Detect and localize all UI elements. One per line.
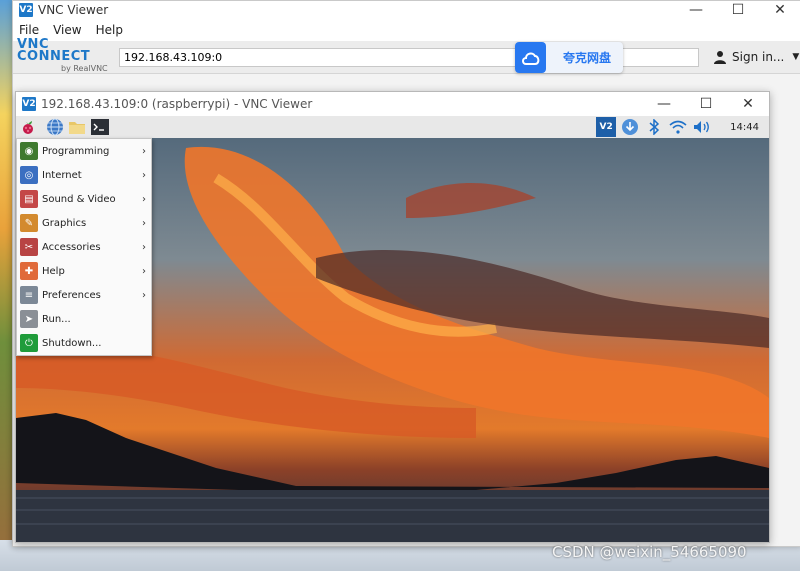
programming-icon: ◉ — [20, 142, 38, 160]
vnc-viewer-main-window: V2 VNC Viewer — ☐ ✕ File View Help VNC C… — [12, 0, 800, 547]
shutdown-icon: ⏻ — [20, 334, 38, 352]
start-item-label: Sound & Video — [42, 193, 116, 205]
inner-titlebar: V2 192.168.43.109:0 (raspberrypi) - VNC … — [16, 92, 769, 116]
chevron-right-icon: › — [142, 145, 146, 157]
chevron-right-icon: › — [142, 217, 146, 229]
brand-name: VNC CONNECT — [17, 37, 91, 64]
chevron-right-icon: › — [142, 265, 146, 277]
start-item-label: Internet — [42, 169, 82, 181]
quark-cloud-widget[interactable]: 夸克网盘 — [515, 42, 623, 73]
remote-desktop-window: V2 192.168.43.109:0 (raspberrypi) - VNC … — [15, 91, 770, 543]
vnc-connect-logo: VNC CONNECT by RealVNC — [17, 37, 115, 75]
start-item-help[interactable]: ✚ Help › — [17, 259, 151, 283]
minimize-button[interactable]: — — [675, 1, 717, 19]
close-button[interactable]: ✕ — [727, 92, 769, 116]
raspberry-icon[interactable] — [19, 118, 37, 136]
vnc-icon[interactable]: V2 — [596, 117, 617, 137]
start-item-preferences[interactable]: ≡ Preferences › — [17, 283, 151, 307]
vnc-app-icon: V2 — [22, 97, 36, 111]
accessories-icon: ✂ — [20, 238, 38, 256]
chevron-right-icon: › — [142, 193, 146, 205]
outer-titlebar: V2 VNC Viewer — ☐ ✕ — [13, 1, 800, 19]
start-item-graphics[interactable]: ✎ Graphics › — [17, 211, 151, 235]
folder-icon[interactable] — [68, 118, 86, 136]
minimize-button[interactable]: — — [643, 92, 685, 116]
download-icon[interactable] — [620, 117, 640, 137]
cloud-widget-label: 夸克网盘 — [563, 51, 612, 65]
start-item-sound-video[interactable]: ▤ Sound & Video › — [17, 187, 151, 211]
vnc-app-icon: V2 — [19, 3, 33, 17]
help-icon: ✚ — [20, 262, 38, 280]
cloud-icon — [515, 42, 546, 73]
brand-sub: by RealVNC — [61, 64, 108, 73]
menu-view[interactable]: View — [53, 23, 81, 37]
chevron-down-icon[interactable]: ▼ — [792, 52, 799, 62]
graphics-icon: ✎ — [20, 214, 38, 232]
start-item-label: Graphics — [42, 217, 87, 229]
system-tray: V2 14:44 — [596, 116, 769, 138]
panel-clock[interactable]: 14:44 — [730, 122, 759, 133]
globe-icon[interactable] — [46, 118, 64, 136]
close-button[interactable]: ✕ — [759, 1, 800, 19]
maximize-button[interactable]: ☐ — [685, 92, 727, 116]
start-menu: ◉ Programming › ◎ Internet › ▤ Sound & V… — [16, 138, 152, 356]
menu-file[interactable]: File — [19, 23, 39, 37]
start-item-internet[interactable]: ◎ Internet › — [17, 163, 151, 187]
person-icon — [714, 51, 726, 64]
sound-video-icon: ▤ — [20, 190, 38, 208]
chevron-right-icon: › — [142, 241, 146, 253]
start-item-shutdown[interactable]: ⏻ Shutdown... — [17, 331, 151, 355]
preferences-icon: ≡ — [20, 286, 38, 304]
run-icon: ➤ — [20, 310, 38, 328]
start-item-label: Shutdown... — [42, 337, 102, 349]
volume-icon[interactable] — [692, 117, 712, 137]
menubar: File View Help — [13, 19, 800, 41]
menu-help[interactable]: Help — [96, 23, 123, 37]
start-item-label: Accessories — [42, 241, 101, 253]
start-item-label: Help — [42, 265, 65, 277]
toolbar: VNC CONNECT by RealVNC Sign in... ▼ — [13, 37, 800, 75]
start-item-label: Run... — [42, 313, 71, 325]
terminal-icon[interactable] — [91, 118, 109, 136]
sign-in-label: Sign in... — [732, 50, 785, 64]
csdn-watermark: CSDN @weixin_54665090 — [552, 543, 747, 561]
inner-window-title: 192.168.43.109:0 (raspberrypi) - VNC Vie… — [41, 97, 313, 111]
maximize-button[interactable]: ☐ — [717, 1, 759, 19]
raspberry-pi-panel: V2 14:44 — [16, 116, 769, 139]
start-item-label: Preferences — [42, 289, 101, 301]
start-item-label: Programming — [42, 145, 110, 157]
sign-in-button[interactable]: Sign in... ▼ — [713, 50, 799, 64]
start-item-programming[interactable]: ◉ Programming › — [17, 139, 151, 163]
start-item-run[interactable]: ➤ Run... — [17, 307, 151, 331]
outer-window-title: VNC Viewer — [38, 3, 109, 17]
chevron-right-icon: › — [142, 289, 146, 301]
bluetooth-icon[interactable] — [644, 117, 664, 137]
internet-icon: ◎ — [20, 166, 38, 184]
wifi-icon[interactable] — [668, 117, 688, 137]
chevron-right-icon: › — [142, 169, 146, 181]
start-item-accessories[interactable]: ✂ Accessories › — [17, 235, 151, 259]
